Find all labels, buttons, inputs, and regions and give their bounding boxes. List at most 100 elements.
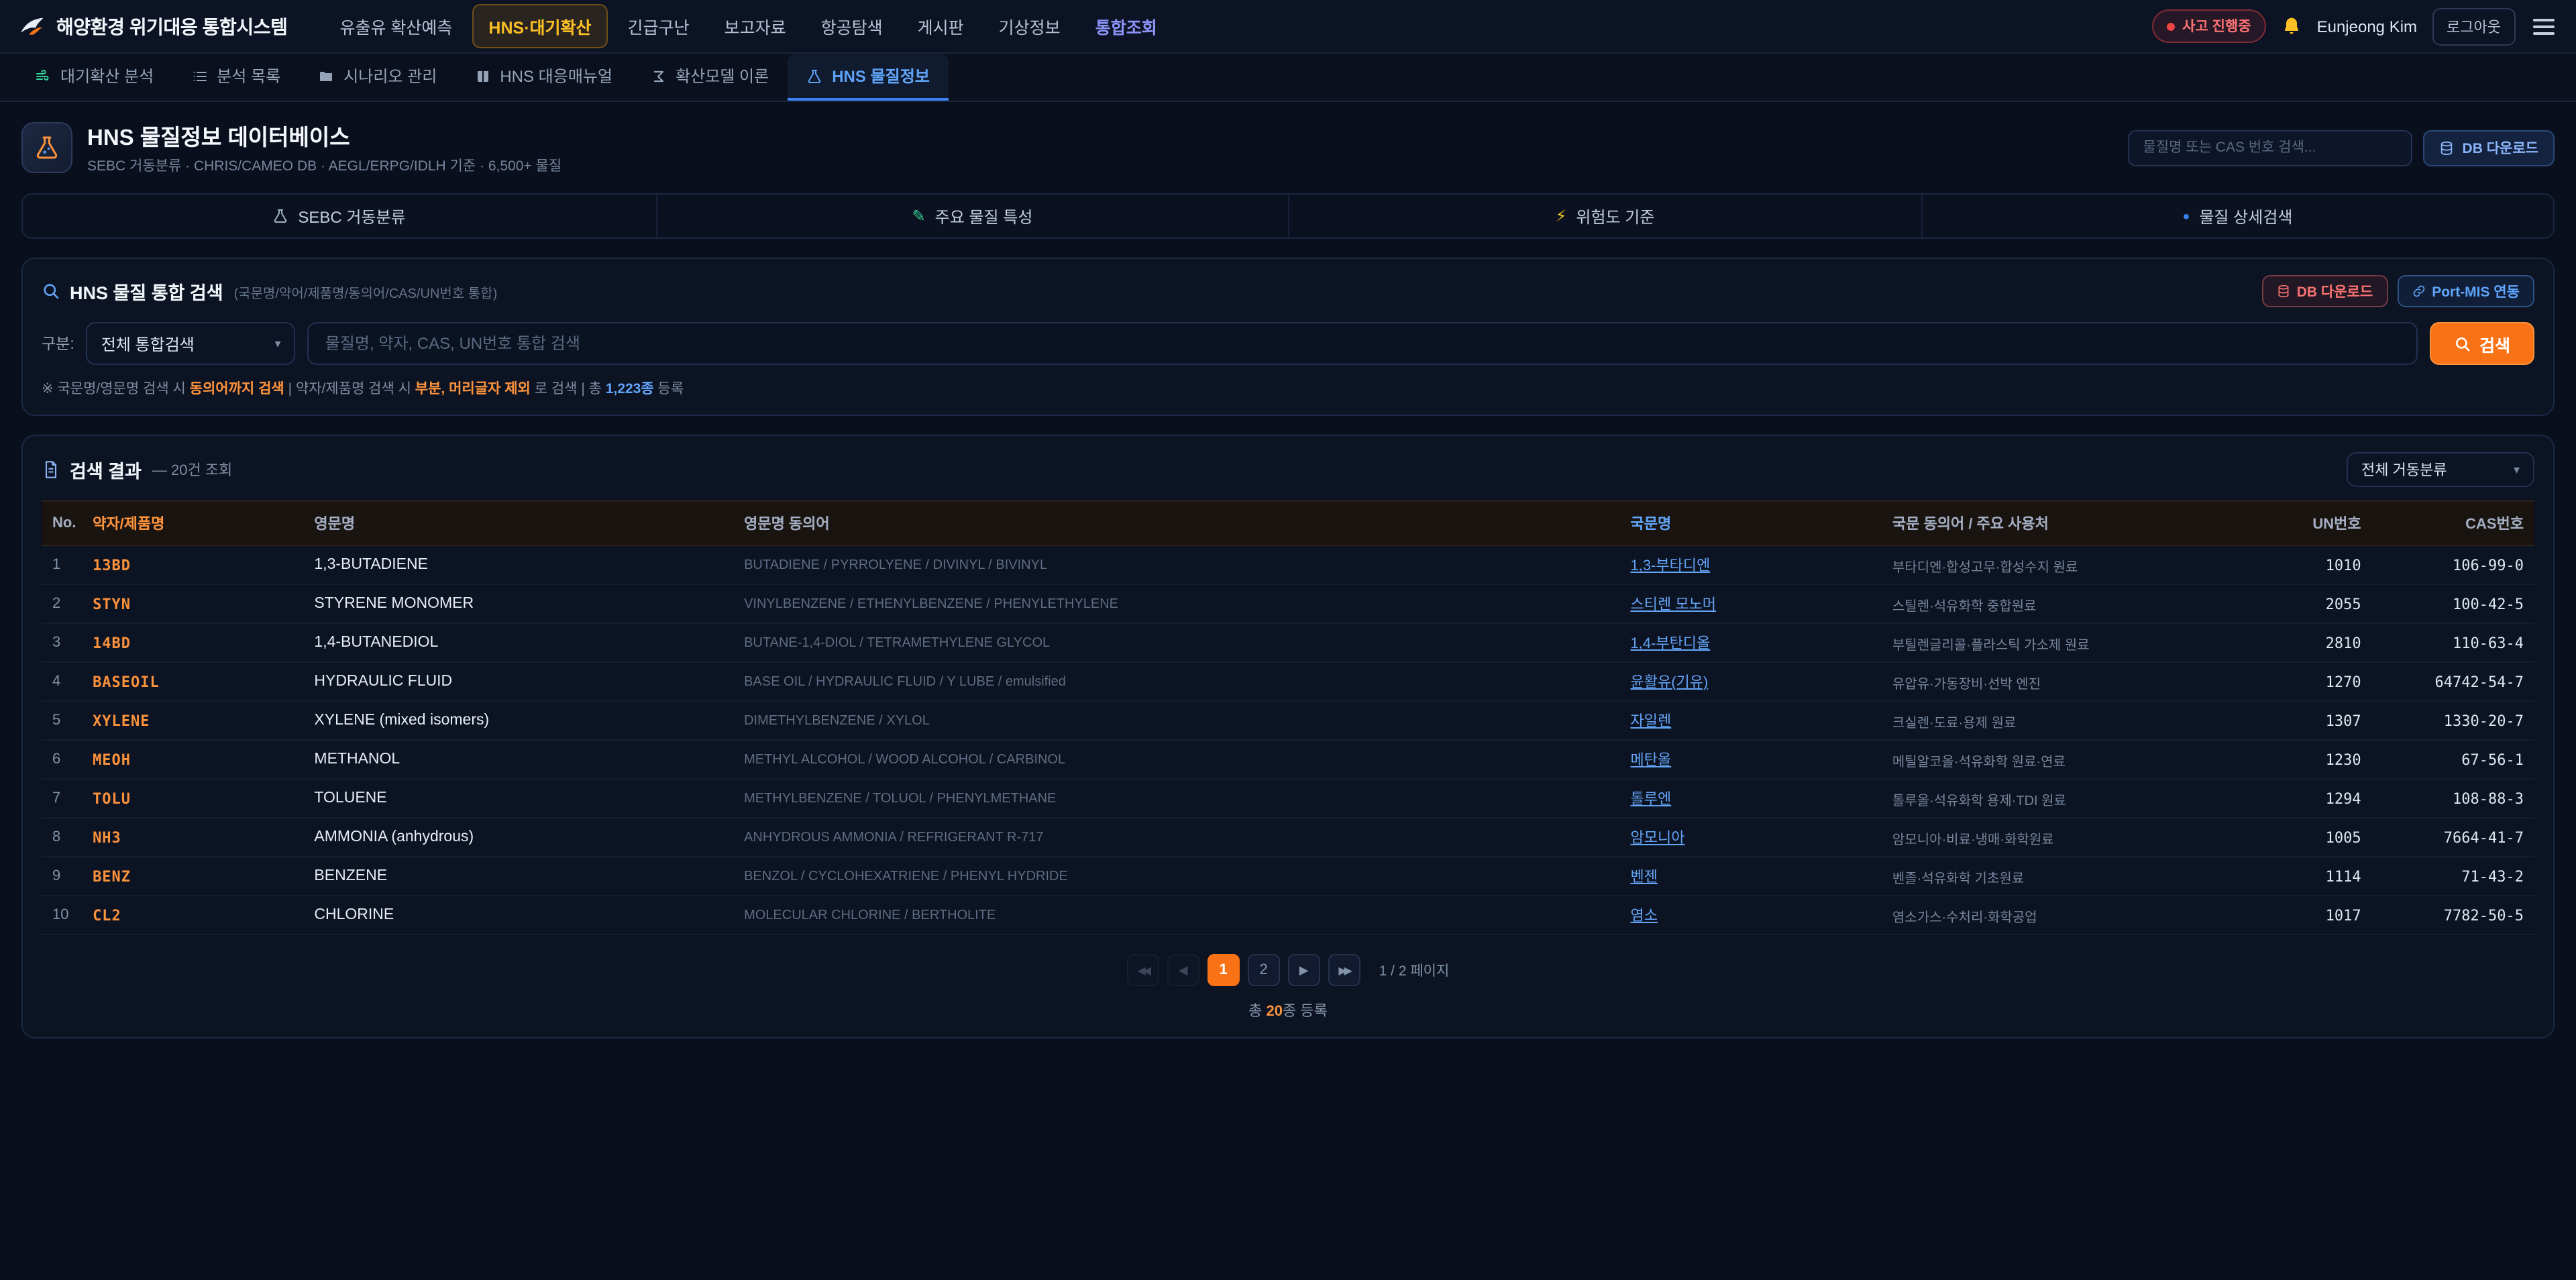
total-count-line: 총 20종 등록 [42,1000,2534,1021]
nav-item-reports[interactable]: 보고자료 [710,5,801,47]
quicknav-sebc-classification[interactable]: SEBC 거동분류 [23,195,655,237]
quicknav-substance-properties[interactable]: ✎ 주요 물질 특성 [655,195,1288,237]
search-controls: 구분: 전체 통합검색 ▾ 검색 [42,322,2534,365]
page-2-button[interactable]: 2 [1248,954,1280,986]
cell-korean-synonyms: 톨루올·석유화학 용제·TDI 원료 [1882,779,2245,818]
korean-name-link[interactable]: 암모니아 [1631,831,1685,847]
note-highlight: 부분, 머리글자 제외 [415,381,531,397]
header-search-input[interactable] [2129,129,2413,166]
navbar-right: 사고 진행중 Eunjeong Kim 로그아웃 [2151,7,2557,45]
cell-cas-number: 7664-41-7 [2372,818,2534,857]
sub-tabbar: 대기확산 분석 분석 목록 시나리오 관리 HNS 대응매뉴얼 확산모델 이론 … [0,54,2576,102]
korean-name-link[interactable]: 스티렌 모노머 [1631,597,1717,613]
korean-name-link[interactable]: 메탄올 [1631,753,1672,769]
note-text: ※ 국문명/영문명 검색 시 [42,381,190,397]
korean-name-link[interactable]: 1,3-부타디엔 [1631,558,1711,574]
cell-korean-name: 자일렌 [1620,701,1882,740]
tab-hns-response-manual[interactable]: HNS 대응매뉴얼 [455,54,631,101]
nav-item-oil-spill[interactable]: 유출유 확산예측 [325,5,467,47]
cell-english-synonyms: DIMETHYLBENZENE / XYLOL [733,701,1619,740]
cell-korean-name: 염소 [1620,896,1882,935]
cell-un-number: 1307 [2244,701,2371,740]
korean-name-link[interactable]: 벤젠 [1631,869,1658,886]
cell-korean-synonyms: 부타디엔·합성고무·합성수지 원료 [1882,545,2245,584]
prev-icon: ◀ [1179,963,1188,977]
nav-item-aerial-search[interactable]: 항공탐색 [806,5,898,47]
main-nav: 유출유 확산예측 HNS·대기확산 긴급구난 보고자료 항공탐색 게시판 기상정… [325,4,2151,48]
cell-english-synonyms: METHYL ALCOHOL / WOOD ALCOHOL / CARBINOL [733,740,1619,779]
cell-abbr: XYLENE [82,701,303,740]
table-row[interactable]: 4 BASEOIL HYDRAULIC FLUID BASE OIL / HYD… [42,662,2534,701]
page-header-actions: DB 다운로드 [2129,129,2555,166]
app-title: 해양환경 위기대응 통합시스템 [56,13,287,40]
korean-name-link[interactable]: 윤활유(기유) [1631,675,1709,691]
note-text: 로 검색 | 총 [531,381,606,397]
next-page-button[interactable]: ▶ [1288,954,1320,986]
first-page-button[interactable]: ◀◀ [1127,954,1159,986]
table-header-row: No. 약자/제품명 영문명 영문명 동의어 국문명 국문 동의어 / 주요 사… [42,501,2534,545]
table-row[interactable]: 7 TOLU TOLUENE METHYLBENZENE / TOLUOL / … [42,779,2534,818]
database-icon [2440,140,2455,155]
tab-dispersion-analysis[interactable]: 대기확산 분석 [16,54,172,101]
cell-korean-synonyms: 크실렌·도료·용제 원료 [1882,701,2245,740]
quicknav-substance-detail-search[interactable]: ● 물질 상세검색 [1921,195,2553,237]
chevron-down-icon: ▾ [275,336,281,351]
tab-scenario-management[interactable]: 시나리오 관리 [299,54,455,101]
cell-abbr: CL2 [82,896,303,935]
tab-analysis-list[interactable]: 분석 목록 [172,54,299,101]
quicknav-risk-criteria[interactable]: ⚡ 위험도 기준 [1288,195,1921,237]
page-1-button[interactable]: 1 [1208,954,1240,986]
cell-cas-number: 67-56-1 [2372,740,2534,779]
cell-cas-number: 110-63-4 [2372,623,2534,662]
table-row[interactable]: 8 NH3 AMMONIA (anhydrous) ANHYDROUS AMMO… [42,818,2534,857]
menu-icon[interactable] [2530,13,2557,40]
search-button[interactable]: 검색 [2430,322,2534,365]
header-db-download-button[interactable]: DB 다운로드 [2424,129,2555,166]
db-download-chip-button[interactable]: DB 다운로드 [2262,275,2387,307]
korean-name-link[interactable]: 톨루엔 [1631,792,1672,808]
table-row[interactable]: 10 CL2 CHLORINE MOLECULAR CHLORINE / BER… [42,896,2534,935]
nav-item-board[interactable]: 게시판 [903,5,979,47]
incident-status-badge[interactable]: 사고 진행중 [2151,9,2265,43]
prev-page-button[interactable]: ◀ [1167,954,1199,986]
cell-english-synonyms: BUTANE-1,4-DIOL / TETRAMETHYLENE GLYCOL [733,623,1619,662]
notification-bell-icon[interactable] [2281,15,2302,37]
incident-badge-label: 사고 진행중 [2182,16,2251,36]
korean-name-link[interactable]: 자일렌 [1631,714,1672,730]
table-row[interactable]: 9 BENZ BENZENE BENZOL / CYCLOHEXATRIENE … [42,857,2534,896]
unified-search-input[interactable] [308,322,2418,365]
table-row[interactable]: 5 XYLENE XYLENE (mixed isomers) DIMETHYL… [42,701,2534,740]
page-header-text: HNS 물질정보 데이터베이스 SEBC 거동분류 · CHRIS/CAMEO … [87,119,2129,176]
search-category-select[interactable]: 전체 통합검색 ▾ [87,322,296,365]
brand[interactable]: 해양환경 위기대응 통합시스템 [19,13,287,40]
cell-english-synonyms: ANHYDROUS AMMONIA / REFRIGERANT R-717 [733,818,1619,857]
search-panel-title-note: (국문명/약어/제품명/동의어/CAS/UN번호 통합) [234,281,498,301]
tab-label: 확산모델 이론 [676,64,769,87]
tab-hns-substance-info[interactable]: HNS 물질정보 [788,54,949,101]
cell-english-name: TOLUENE [303,779,733,818]
korean-name-link[interactable]: 1,4-부탄디올 [1631,636,1711,652]
double-next-icon: ▶▶ [1338,964,1350,976]
wind-icon [35,68,51,84]
last-page-button[interactable]: ▶▶ [1328,954,1360,986]
behavior-class-filter-select[interactable]: 전체 거동분류 ▾ [2347,452,2534,487]
table-row[interactable]: 1 13BD 1,3-BUTADIENE BUTADIENE / PYRROLY… [42,545,2534,584]
table-row[interactable]: 3 14BD 1,4-BUTANEDIOL BUTANE-1,4-DIOL / … [42,623,2534,662]
nav-item-rescue[interactable]: 긴급구난 [613,5,704,47]
korean-name-link[interactable]: 염소 [1631,908,1658,924]
tab-dispersion-model-theory[interactable]: 확산모델 이론 [631,54,788,101]
table-row[interactable]: 2 STYN STYRENE MONOMER VINYLBENZENE / ET… [42,584,2534,623]
cell-korean-name: 스티렌 모노머 [1620,584,1882,623]
portmis-link-button[interactable]: Port-MIS 연동 [2397,275,2534,307]
document-icon [42,460,60,479]
nav-item-hns-dispersion[interactable]: HNS·대기확산 [472,4,607,48]
logout-button[interactable]: 로그아웃 [2432,7,2516,45]
nav-item-weather[interactable]: 기상정보 [984,5,1075,47]
category-label: 구분: [42,333,74,354]
nav-item-integrated-lookup[interactable]: 통합조회 [1081,5,1172,47]
results-title: 검색 결과 [70,456,142,483]
cell-korean-name: 암모니아 [1620,818,1882,857]
search-icon [2454,335,2471,352]
page-header: HNS 물질정보 데이터베이스 SEBC 거동분류 · CHRIS/CAMEO … [0,102,2576,189]
table-row[interactable]: 6 MEOH METHANOL METHYL ALCOHOL / WOOD AL… [42,740,2534,779]
